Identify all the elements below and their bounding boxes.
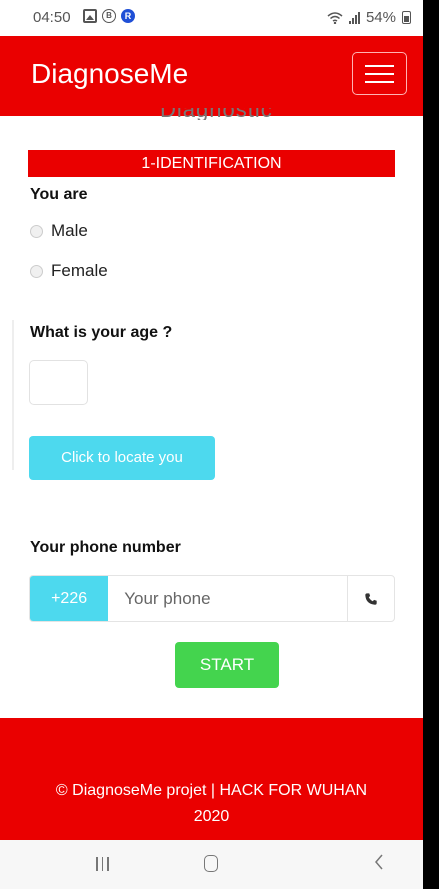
battery-percent: 54% bbox=[365, 9, 396, 26]
divider bbox=[12, 320, 14, 470]
back-icon[interactable] bbox=[373, 852, 385, 872]
section-header: 1-IDENTIFICATION bbox=[28, 150, 395, 177]
radio-circle[interactable] bbox=[30, 264, 43, 278]
brand-title[interactable]: DiagnoseMe bbox=[31, 58, 188, 90]
footer-copyright: © DiagnoseMe projet | HACK FOR WUHAN bbox=[55, 782, 368, 799]
phone-icon bbox=[365, 592, 377, 605]
phone-icon-addon bbox=[347, 576, 394, 621]
radio-circle[interactable] bbox=[30, 224, 43, 238]
phone-input[interactable] bbox=[108, 576, 348, 621]
system-nav-bar bbox=[0, 840, 423, 889]
menu-icon bbox=[365, 65, 394, 67]
phone-prefix: +226 bbox=[30, 576, 109, 621]
age-input[interactable] bbox=[29, 360, 88, 405]
status-bar: 04:50 B R 54% bbox=[0, 0, 423, 36]
home-icon[interactable] bbox=[204, 855, 218, 872]
recent-apps-icon[interactable] bbox=[96, 857, 109, 871]
app-screen: 04:50 B R 54% DiagnoseMe 1-IDENTIFICATIO… bbox=[0, 0, 423, 889]
gallery-icon bbox=[83, 9, 97, 23]
b-badge-icon: B bbox=[102, 9, 116, 23]
phone-input-group: +226 bbox=[29, 575, 395, 622]
navbar: DiagnoseMe bbox=[0, 36, 423, 116]
footer: © DiagnoseMe projet | HACK FOR WUHAN 202… bbox=[0, 718, 423, 840]
app-notification-icon: R bbox=[121, 9, 135, 23]
signal-icon bbox=[348, 11, 360, 24]
radio-female[interactable]: Female bbox=[30, 261, 108, 281]
gender-label: You are bbox=[30, 186, 88, 203]
status-time: 04:50 bbox=[33, 9, 71, 26]
wifi-icon bbox=[327, 11, 343, 24]
radio-male-label: Male bbox=[51, 221, 88, 240]
locate-button[interactable]: Click to locate you bbox=[29, 436, 215, 480]
battery-icon bbox=[402, 11, 411, 24]
page-title-partial: Diagnostic bbox=[160, 108, 290, 120]
start-button[interactable]: START bbox=[175, 642, 279, 688]
screen-edge bbox=[423, 0, 439, 889]
footer-year: 2020 bbox=[193, 808, 230, 825]
menu-toggle-button[interactable] bbox=[352, 52, 407, 95]
age-label: What is your age ? bbox=[30, 324, 173, 341]
notification-icons: B R bbox=[83, 9, 135, 23]
phone-label: Your phone number bbox=[30, 539, 181, 556]
status-right: 54% bbox=[327, 9, 411, 26]
radio-female-label: Female bbox=[51, 261, 108, 280]
radio-male[interactable]: Male bbox=[30, 221, 88, 241]
